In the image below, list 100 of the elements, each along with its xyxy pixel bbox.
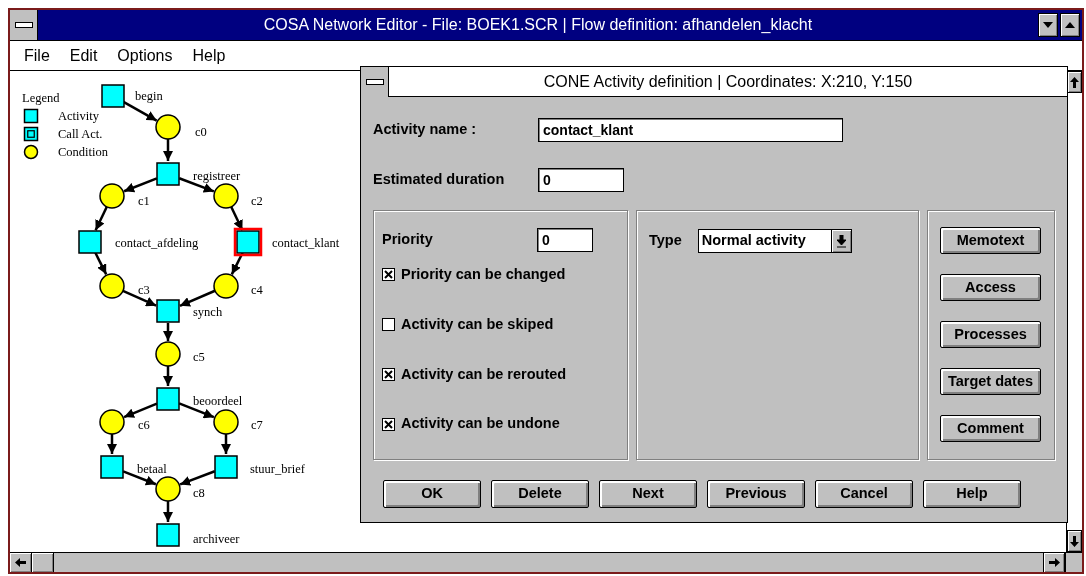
flow-arrow: [163, 501, 173, 522]
right-arrow-icon: [1048, 558, 1060, 567]
activity-node[interactable]: [156, 523, 180, 547]
menu-item[interactable]: File: [14, 43, 60, 68]
checkbox-label: Activity can be rerouted: [401, 364, 567, 384]
flow-arrow: [123, 402, 158, 419]
condition-node[interactable]: [99, 183, 125, 209]
checkbox-label: Activity can be undone: [401, 414, 560, 434]
horizontal-scrollbar[interactable]: [10, 552, 1082, 572]
activity-node[interactable]: [214, 455, 238, 479]
checkbox[interactable]: [382, 268, 395, 282]
down-arrow-icon: [1070, 535, 1079, 547]
node-label: synch: [193, 305, 223, 319]
menu-item[interactable]: Help: [182, 43, 236, 68]
condition-node[interactable]: [155, 114, 181, 140]
node-label: c0: [195, 125, 207, 139]
minimize-button[interactable]: [1038, 13, 1058, 37]
condition-node[interactable]: [213, 273, 239, 299]
condition-node[interactable]: [99, 409, 125, 435]
dialog-button[interactable]: OK: [383, 480, 481, 508]
node-label: c6: [138, 418, 150, 432]
system-menu-button[interactable]: [10, 10, 38, 40]
condition-node[interactable]: [99, 273, 125, 299]
activity-symbol-icon: [23, 108, 39, 124]
scroll-right-button[interactable]: [1043, 553, 1065, 572]
activity-node[interactable]: [156, 162, 180, 186]
side-button[interactable]: Comment: [940, 415, 1041, 442]
node-label: beoordeel: [193, 394, 243, 408]
condition-node[interactable]: [155, 341, 181, 367]
node-label: betaal: [137, 462, 167, 476]
maximize-button[interactable]: [1060, 13, 1080, 37]
flow-arrow: [163, 139, 173, 161]
activity-node[interactable]: [156, 299, 180, 323]
field-label: Estimated duration: [373, 170, 506, 190]
menu-item[interactable]: Options: [107, 43, 183, 68]
flow-arrow: [107, 434, 117, 454]
down-arrow-icon: [836, 234, 846, 248]
checkbox-label: Activity can be skiped: [401, 314, 554, 334]
node-label: stuur_brief: [250, 462, 305, 476]
dialog-button[interactable]: Previous: [707, 480, 805, 508]
dropdown-button[interactable]: [830, 230, 851, 252]
legend-label: Condition: [58, 145, 108, 159]
left-arrow-icon: [15, 558, 26, 567]
activity-node[interactable]: [156, 387, 180, 411]
activity-node[interactable]: [233, 227, 263, 257]
flow-arrow: [230, 206, 244, 231]
activity-node[interactable]: [101, 84, 125, 108]
flow-arrow: [123, 177, 158, 193]
flow-arrow: [179, 289, 216, 307]
condition-node[interactable]: [155, 476, 181, 502]
legend-label: Activity: [58, 109, 99, 123]
node-label: c7: [251, 418, 263, 432]
type-dropdown[interactable]: Normal activity: [697, 229, 852, 253]
node-label: c1: [138, 194, 150, 208]
scroll-down-button[interactable]: [1067, 530, 1082, 552]
checkbox[interactable]: [382, 318, 395, 332]
activity-node[interactable]: [78, 230, 102, 254]
dialog-button[interactable]: Cancel: [815, 480, 913, 508]
system-menu-button[interactable]: [361, 66, 389, 97]
dialog-button[interactable]: Delete: [491, 480, 589, 508]
call-activity-symbol-icon: [23, 126, 39, 142]
dialog-button[interactable]: Help: [923, 480, 1021, 508]
condition-node[interactable]: [213, 183, 239, 209]
node-label: c2: [251, 194, 263, 208]
flow-arrow: [94, 206, 108, 231]
scroll-left-button[interactable]: [10, 553, 32, 572]
side-button[interactable]: Memotext: [940, 227, 1041, 254]
field-label: Priority: [382, 230, 433, 250]
field-label: Type: [649, 231, 682, 251]
node-label: c3: [138, 283, 150, 297]
flow-arrow: [221, 434, 231, 454]
checkbox[interactable]: [382, 367, 395, 381]
up-arrow-icon: [1070, 76, 1079, 88]
activity-node[interactable]: [100, 455, 124, 479]
node-label: archiveer: [193, 532, 240, 546]
flow-arrow: [163, 323, 173, 341]
node-label: contact_afdeling: [115, 236, 199, 250]
scroll-thumb[interactable]: [32, 553, 54, 572]
checkbox[interactable]: [382, 417, 395, 431]
dash-icon: [365, 78, 384, 85]
input-field[interactable]: 0: [537, 228, 593, 252]
up-triangle-icon: [1065, 22, 1075, 28]
input-field[interactable]: 0: [538, 168, 624, 192]
legend-title: Legend: [22, 91, 60, 105]
condition-symbol-icon: [23, 144, 39, 160]
side-button[interactable]: Target dates: [940, 368, 1041, 395]
checkbox-label: Priority can be changed: [401, 265, 566, 284]
input-field[interactable]: contact_klant: [538, 118, 843, 142]
side-button[interactable]: Access: [940, 274, 1041, 301]
condition-node[interactable]: [213, 409, 239, 435]
flow-arrow: [179, 470, 216, 486]
down-triangle-icon: [1043, 22, 1053, 28]
dialog-button[interactable]: Next: [599, 480, 697, 508]
node-label: c4: [251, 283, 263, 297]
dash-icon: [14, 22, 33, 28]
menu-item[interactable]: Edit: [59, 43, 108, 68]
dialog-title: CONE Activity definition | Coordinates: X:210, Y:150: [542, 71, 914, 92]
node-label: registreer: [193, 169, 241, 183]
side-button[interactable]: Processes: [940, 321, 1041, 348]
flow-arrow: [163, 366, 173, 386]
